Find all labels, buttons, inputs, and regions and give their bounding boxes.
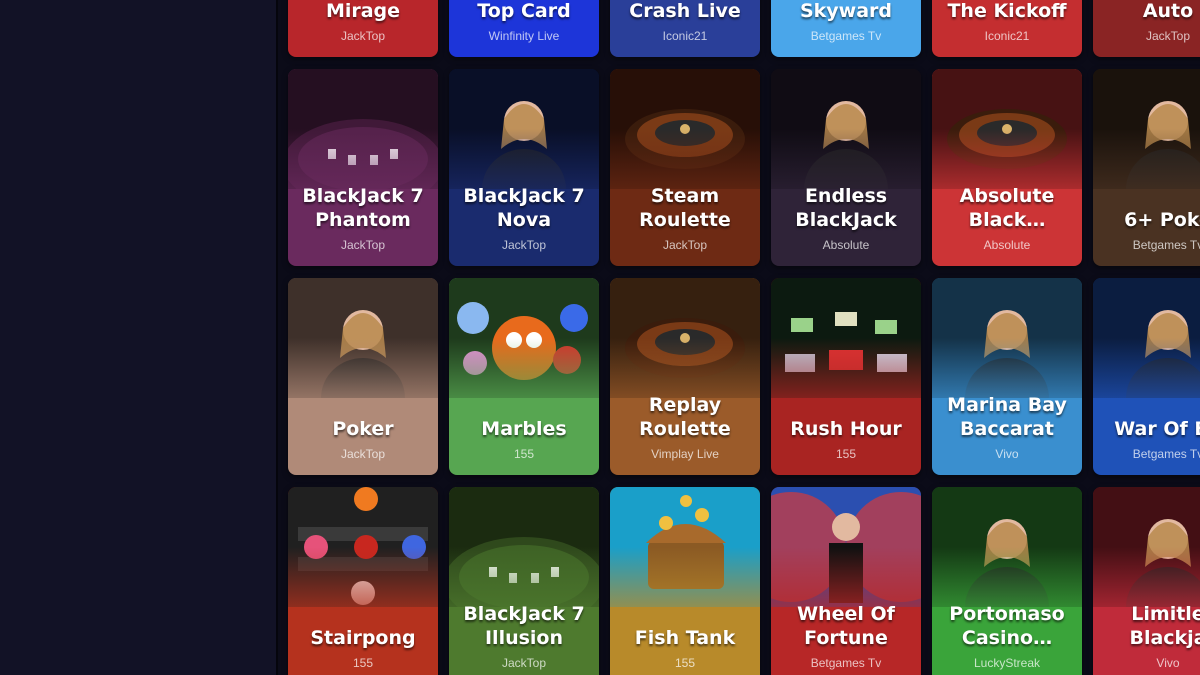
- game-title: Endless BlackJack: [795, 185, 897, 231]
- tile-caption: Fish Tank 155: [610, 594, 760, 675]
- tile-caption: Wheel Of Fortune Betgames Tv: [771, 594, 921, 675]
- tile-caption: Portomaso Casino… LuckyStreak: [932, 594, 1082, 675]
- game-tile[interactable]: Portomaso Casino… LuckyStreak: [932, 487, 1082, 675]
- game-title: Crash Live: [629, 0, 741, 22]
- game-tile[interactable]: Poker JackTop: [288, 278, 438, 475]
- tile-caption: Limitle Blackja Vivo: [1093, 594, 1200, 675]
- game-provider: Betgames Tv: [810, 29, 882, 43]
- game-provider: 155: [352, 656, 374, 670]
- game-provider: Betgames Tv: [810, 656, 882, 670]
- game-tile[interactable]: 6+ Poke Betgames Tv: [1093, 69, 1200, 266]
- game-tile[interactable]: Endless BlackJack Absolute: [771, 69, 921, 266]
- game-title: Wheel Of Fortune: [797, 603, 895, 649]
- game-provider: Iconic21: [984, 29, 1030, 43]
- game-tile[interactable]: Absolute Black… Absolute: [932, 69, 1082, 266]
- game-title: BlackJack 7 Phantom: [302, 185, 424, 231]
- game-provider: Vimplay Live: [651, 447, 719, 461]
- game-provider: JackTop: [340, 29, 386, 43]
- game-tile[interactable]: Limitle Blackja Vivo: [1093, 487, 1200, 675]
- game-tile[interactable]: Marina Bay Baccarat Vivo: [932, 278, 1082, 475]
- game-provider: Vivo: [1156, 656, 1180, 670]
- game-grid: BlackJack 7 Mirage JackTop Top Card Winfini…: [288, 0, 1200, 675]
- tile-caption: BlackJack 7 Phantom JackTop: [288, 176, 438, 266]
- game-tile[interactable]: Wheel Of Fortune Betgames Tv: [771, 487, 921, 675]
- game-tile[interactable]: Crash Live Iconic21: [610, 0, 760, 57]
- game-title: Fish Tank: [634, 627, 736, 649]
- game-title: Marina Bay Baccarat: [947, 394, 1067, 440]
- tile-caption: Marina Bay Baccarat Vivo: [932, 385, 1082, 475]
- game-provider: LuckyStreak: [973, 656, 1041, 670]
- game-title: The Kickoff: [947, 0, 1067, 22]
- tile-caption: The Kickoff Iconic21: [932, 0, 1082, 57]
- tile-caption: Marbles 155: [449, 385, 599, 475]
- game-title: Marbles: [481, 418, 567, 440]
- game-title: BlackJack 7 Mirage: [325, 0, 401, 22]
- game-tile[interactable]: The Kickoff Iconic21: [932, 0, 1082, 57]
- game-title: Poker: [332, 418, 394, 440]
- tile-caption: Steam Roulette JackTop: [610, 176, 760, 266]
- game-tile[interactable]: BlackJack 7 Mirage JackTop: [288, 0, 438, 57]
- game-provider: JackTop: [662, 238, 708, 252]
- game-title: BlackJack 7 Illusion: [463, 603, 585, 649]
- game-provider: JackTop: [1145, 29, 1191, 43]
- tile-caption: Absolute Black… Absolute: [932, 176, 1082, 266]
- game-tile[interactable]: BlackJack Auto JackTop: [1093, 0, 1200, 57]
- tile-caption: War Of Ba Betgames Tv: [1093, 385, 1200, 475]
- game-provider: 155: [835, 447, 857, 461]
- game-tile[interactable]: Stairpong 155: [288, 487, 438, 675]
- game-title: War Of Ba: [1114, 418, 1200, 440]
- game-tile[interactable]: BlackJack 7 Phantom JackTop: [288, 69, 438, 266]
- tile-caption: Replay Roulette Vimplay Live: [610, 385, 760, 475]
- game-provider: Winfinity Live: [488, 29, 560, 43]
- tile-caption: BlackJack 7 Nova JackTop: [449, 176, 599, 266]
- game-provider: Iconic21: [662, 29, 708, 43]
- game-title: BlackJack Auto: [1142, 0, 1194, 22]
- tile-caption: Rush Hour 155: [771, 385, 921, 475]
- tile-caption: Crash Live Iconic21: [610, 0, 760, 57]
- game-provider: 155: [674, 656, 696, 670]
- game-provider: JackTop: [340, 238, 386, 252]
- game-title: Replay Roulette: [639, 394, 731, 440]
- game-grid-area: BlackJack 7 Mirage JackTop Top Card Winfini…: [278, 0, 1200, 675]
- game-provider: JackTop: [501, 238, 547, 252]
- game-title: Skyward: [799, 0, 893, 22]
- game-tile[interactable]: Marbles 155: [449, 278, 599, 475]
- tile-caption: Poker JackTop: [288, 385, 438, 475]
- tile-caption: BlackJack Auto JackTop: [1093, 0, 1200, 57]
- game-title: Absolute Black…: [959, 185, 1055, 231]
- game-tile[interactable]: Skyward Betgames Tv: [771, 0, 921, 57]
- game-tile[interactable]: Fish Tank 155: [610, 487, 760, 675]
- game-provider: Betgames Tv: [1132, 238, 1200, 252]
- tile-caption: 6+ Poke Betgames Tv: [1093, 176, 1200, 266]
- game-title: Limitle Blackja: [1129, 603, 1200, 649]
- game-tile[interactable]: Rush Hour 155: [771, 278, 921, 475]
- game-tile[interactable]: BlackJack 7 Illusion JackTop: [449, 487, 599, 675]
- game-provider: JackTop: [501, 656, 547, 670]
- tile-caption: BlackJack 7 Illusion JackTop: [449, 594, 599, 675]
- game-provider: Betgames Tv: [1132, 447, 1200, 461]
- game-tile[interactable]: Replay Roulette Vimplay Live: [610, 278, 760, 475]
- game-provider: JackTop: [340, 447, 386, 461]
- tile-caption: Endless BlackJack Absolute: [771, 176, 921, 266]
- sidebar: [0, 0, 276, 675]
- game-title: 6+ Poke: [1124, 209, 1200, 231]
- tile-caption: Stairpong 155: [288, 594, 438, 675]
- tile-caption: Top Card Winfinity Live: [449, 0, 599, 57]
- game-provider: Vivo: [995, 447, 1019, 461]
- game-provider: Absolute: [983, 238, 1031, 252]
- game-tile[interactable]: Steam Roulette JackTop: [610, 69, 760, 266]
- game-tile[interactable]: War Of Ba Betgames Tv: [1093, 278, 1200, 475]
- game-title: Rush Hour: [790, 418, 902, 440]
- game-title: BlackJack 7 Nova: [463, 185, 585, 231]
- game-tile[interactable]: BlackJack 7 Nova JackTop: [449, 69, 599, 266]
- game-tile[interactable]: Top Card Winfinity Live: [449, 0, 599, 57]
- game-title: Stairpong: [310, 627, 416, 649]
- game-title: Portomaso Casino…: [949, 603, 1065, 649]
- game-title: Steam Roulette: [639, 185, 731, 231]
- game-provider: 155: [513, 447, 535, 461]
- game-title: Top Card: [477, 0, 571, 22]
- tile-caption: Skyward Betgames Tv: [771, 0, 921, 57]
- game-provider: Absolute: [822, 238, 870, 252]
- tile-caption: BlackJack 7 Mirage JackTop: [288, 0, 438, 57]
